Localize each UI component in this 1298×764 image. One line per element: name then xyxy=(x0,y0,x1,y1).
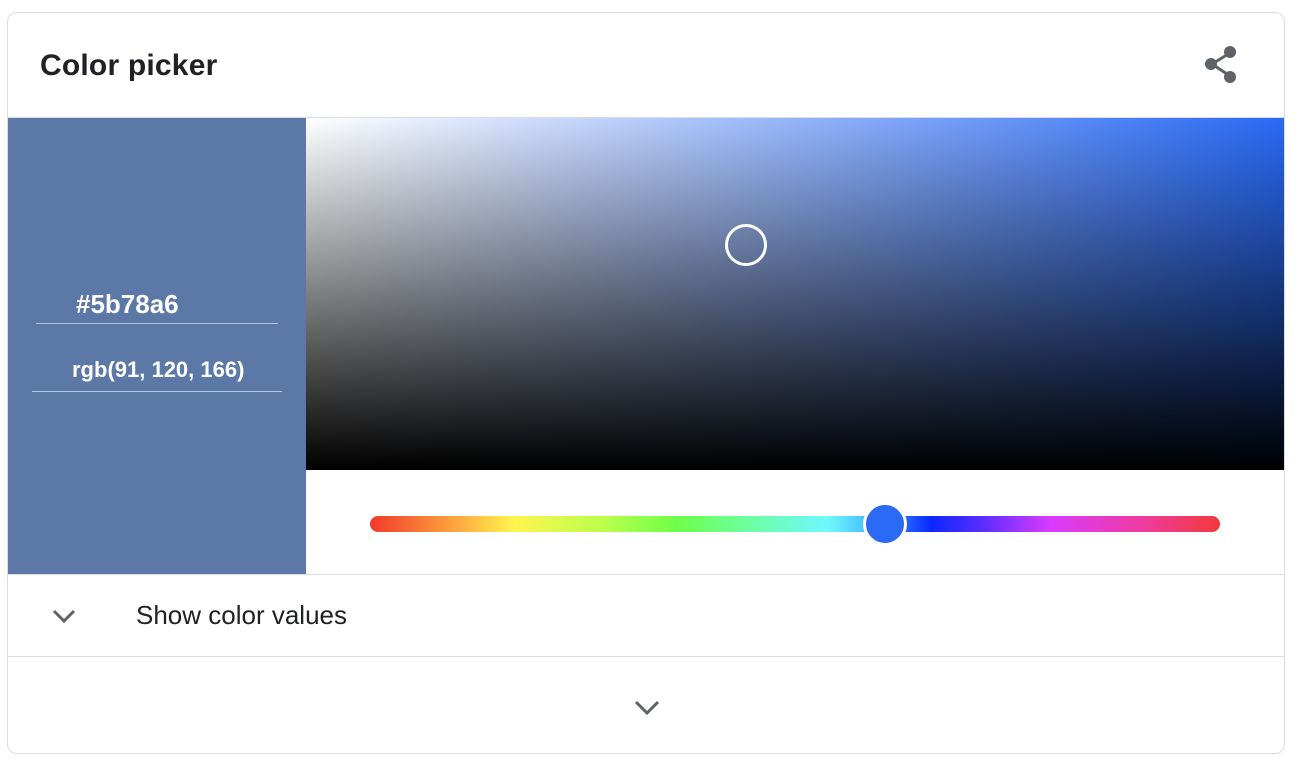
value-gradient xyxy=(306,118,1284,470)
card-title: Color picker xyxy=(40,49,218,82)
saturation-value-canvas[interactable] xyxy=(306,118,1284,470)
hex-input[interactable]: #5b78a6 xyxy=(36,284,278,324)
share-icon xyxy=(1205,46,1236,83)
show-color-values-label: Show color values xyxy=(136,600,347,630)
expand-more-button[interactable] xyxy=(8,657,1284,753)
saturation-value-handle[interactable] xyxy=(725,224,767,266)
share-button[interactable] xyxy=(1200,43,1244,87)
card-header: Color picker xyxy=(8,13,1284,117)
show-color-values-toggle[interactable]: Show color values xyxy=(8,574,1284,657)
hue-slider-track[interactable] xyxy=(370,516,1220,532)
color-swatch: #5b78a6 rgb(91, 120, 166) xyxy=(8,118,306,574)
chevron-down-icon xyxy=(52,609,76,624)
color-picker-card: Color picker #5b78a6 rgb(91, 120, 166) S… xyxy=(7,12,1285,754)
chevron-down-icon xyxy=(634,700,660,716)
rgb-input[interactable]: rgb(91, 120, 166) xyxy=(32,348,282,392)
hue-slider-handle[interactable] xyxy=(863,502,907,546)
picker-area: #5b78a6 rgb(91, 120, 166) xyxy=(8,117,1284,575)
